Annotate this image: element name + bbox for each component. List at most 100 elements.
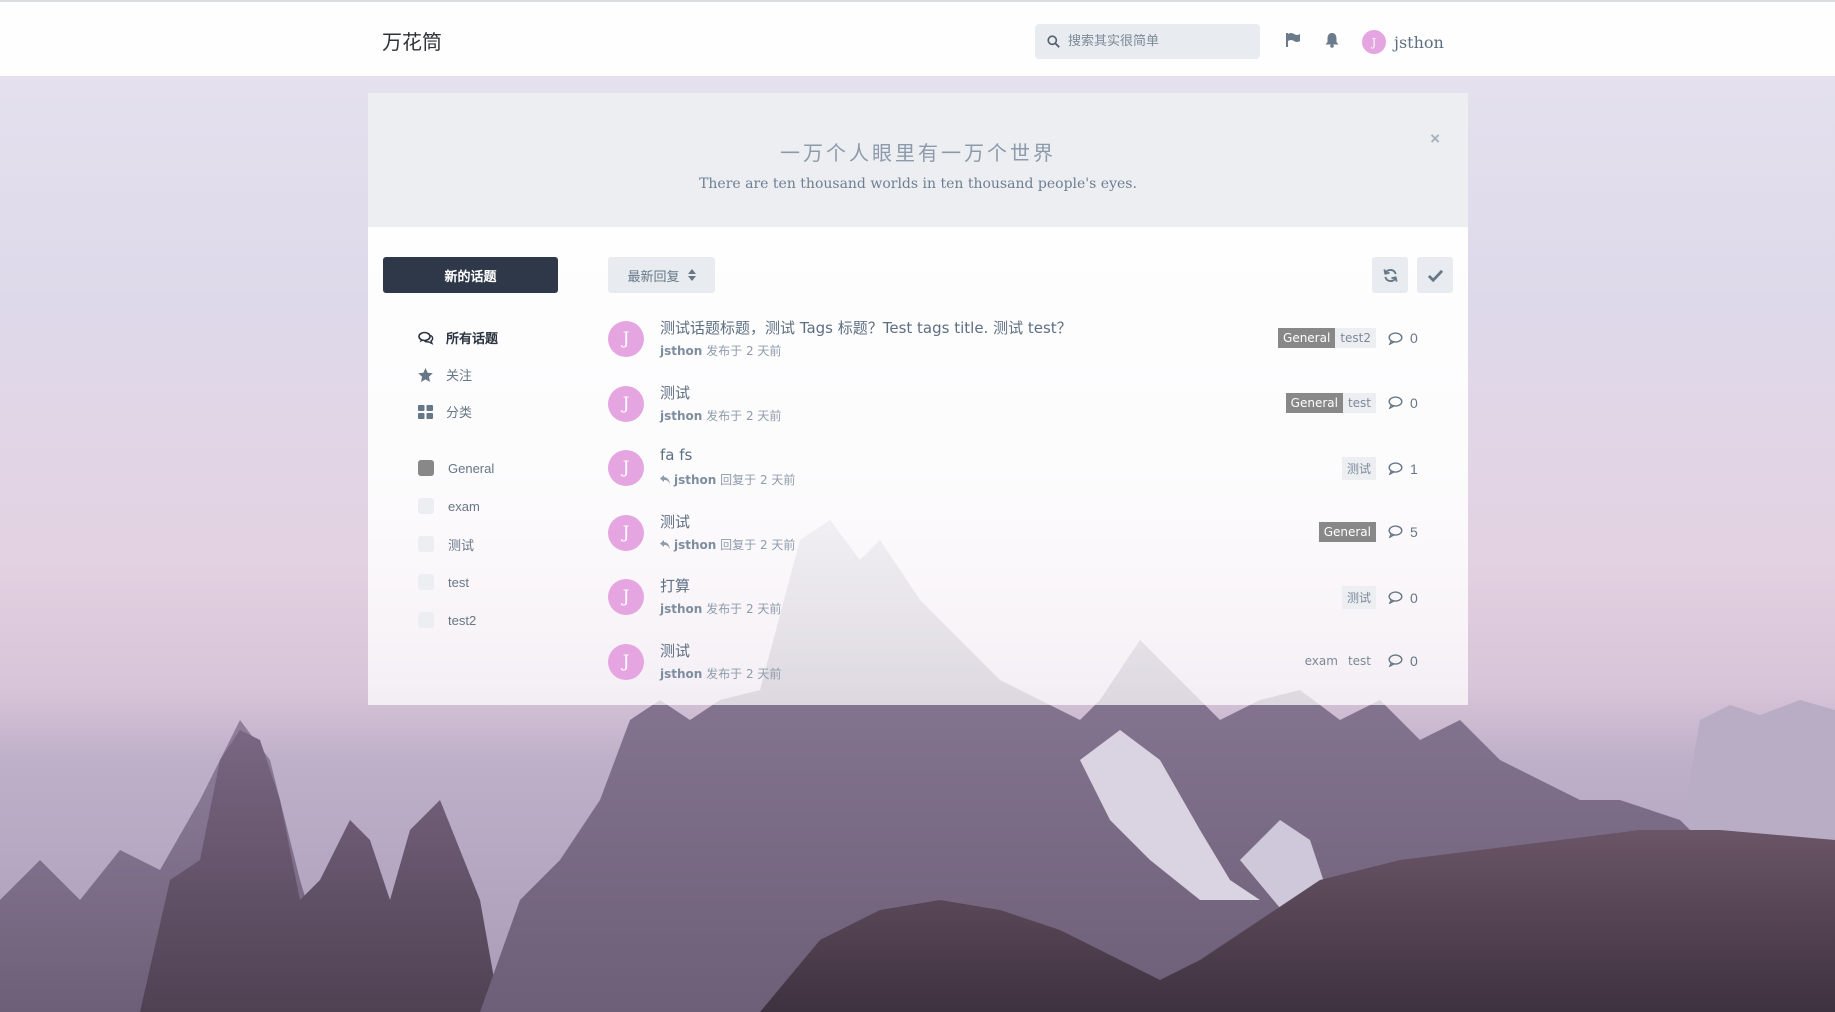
- tag-badge[interactable]: test: [1343, 651, 1376, 671]
- sidebar-nav: 所有话题 关注 分类: [418, 319, 498, 430]
- reply-count-value: 5: [1410, 523, 1418, 540]
- hero-title: 一万个人眼里有一万个世界: [780, 141, 1056, 165]
- tag-badge[interactable]: General: [1318, 521, 1376, 542]
- discussion-meta: jsthon 发布于 2 天前: [660, 600, 781, 617]
- tag-badge[interactable]: test: [1342, 392, 1376, 413]
- star-icon: [418, 367, 436, 382]
- discussion-row[interactable]: J 测试 jsthon 发布于 2 天前 General test 0: [608, 374, 1438, 439]
- meta-time: 发布于 2 天前: [706, 602, 782, 617]
- author-avatar[interactable]: J: [608, 643, 644, 680]
- author-name[interactable]: jsthon: [660, 344, 702, 358]
- nav-all-discussions[interactable]: 所有话题: [418, 319, 498, 356]
- tag-label: test: [448, 574, 469, 590]
- search-icon: [1047, 35, 1060, 48]
- discussion-meta: jsthon 发布于 2 天前: [660, 407, 781, 424]
- grid-icon: [418, 404, 436, 419]
- discussion-row[interactable]: J 打算 jsthon 发布于 2 天前 测试 0: [608, 567, 1438, 632]
- tag-color-swatch: [418, 460, 434, 476]
- author-avatar[interactable]: J: [608, 385, 644, 422]
- nav-tags[interactable]: 分类: [418, 393, 498, 430]
- tag-badges: General test2: [1278, 328, 1376, 348]
- discussion-meta: jsthon 发布于 2 天前: [660, 665, 781, 682]
- reply-count-value: 1: [1410, 460, 1418, 477]
- sort-icon: [687, 269, 696, 281]
- tag-color-swatch: [418, 536, 434, 552]
- discussion-row[interactable]: J 测试 jsthon 回复于 2 天前 General 5: [608, 503, 1438, 568]
- tag-label: exam: [448, 498, 480, 514]
- search-box[interactable]: [1035, 24, 1260, 59]
- tag-badges: 测试: [1341, 457, 1376, 481]
- tag-item-test[interactable]: test: [418, 563, 494, 601]
- meta-time: 发布于 2 天前: [706, 408, 782, 423]
- nav-label: 分类: [446, 406, 473, 421]
- comment-icon: [1388, 331, 1403, 345]
- comments-icon: [418, 331, 436, 345]
- comment-icon: [1388, 462, 1403, 476]
- author-name[interactable]: jsthon: [674, 538, 716, 552]
- search-input[interactable]: [1068, 34, 1248, 49]
- discussion-right: General test 0: [1285, 392, 1438, 413]
- discussion-list: J 测试话题标题，测试 Tags 标题？Test tags title. 测试 …: [608, 309, 1438, 697]
- tag-badge[interactable]: General: [1285, 392, 1343, 413]
- user-menu[interactable]: J jsthon: [1362, 30, 1444, 54]
- tag-badges: General test: [1285, 392, 1376, 413]
- discussion-right: 测试 0: [1341, 586, 1438, 610]
- comment-icon: [1388, 591, 1403, 605]
- author-avatar[interactable]: J: [608, 514, 644, 551]
- username: jsthon: [1394, 32, 1444, 52]
- discussion-row[interactable]: J fa fs jsthon 回复于 2 天前 测试 1: [608, 438, 1438, 503]
- bell-icon[interactable]: [1324, 32, 1340, 48]
- comment-icon: [1388, 525, 1403, 539]
- refresh-icon: [1382, 268, 1398, 282]
- tag-badge[interactable]: exam: [1300, 651, 1343, 671]
- sort-dropdown[interactable]: 最新回复: [608, 257, 715, 293]
- tag-item-exam[interactable]: exam: [418, 487, 494, 525]
- tag-list: General exam 测试 test test2: [418, 449, 494, 639]
- tag-item-test2[interactable]: test2: [418, 601, 494, 639]
- brand-title[interactable]: 万花筒: [382, 26, 442, 55]
- discussion-title[interactable]: 测试: [660, 382, 690, 403]
- tag-color-swatch: [418, 612, 434, 628]
- nav-following[interactable]: 关注: [418, 356, 498, 393]
- reply-count: 5: [1388, 524, 1438, 540]
- author-name[interactable]: jsthon: [660, 667, 702, 681]
- discussion-row[interactable]: J 测试话题标题，测试 Tags 标题？Test tags title. 测试 …: [608, 309, 1438, 374]
- meta-time: 回复于 2 天前: [720, 473, 796, 488]
- tag-badge[interactable]: 测试: [1341, 457, 1376, 481]
- author-avatar[interactable]: J: [608, 450, 644, 487]
- discussion-row[interactable]: J 测试 jsthon 发布于 2 天前 exam test 0: [608, 632, 1438, 697]
- author-name[interactable]: jsthon: [660, 409, 702, 423]
- tag-badge[interactable]: General: [1278, 328, 1336, 348]
- refresh-button[interactable]: [1372, 257, 1408, 293]
- discussion-title[interactable]: 打算: [660, 575, 690, 596]
- discussion-title[interactable]: 测试: [660, 640, 690, 661]
- tag-item-general[interactable]: General: [418, 449, 494, 487]
- user-avatar: J: [1362, 30, 1386, 54]
- tag-item-ceshi[interactable]: 测试: [418, 525, 494, 563]
- author-avatar[interactable]: J: [608, 321, 644, 357]
- meta-time: 回复于 2 天前: [720, 537, 796, 552]
- reply-count: 1: [1388, 461, 1438, 477]
- flag-icon[interactable]: [1285, 32, 1301, 48]
- top-header: 万花筒 J jsthon: [0, 0, 1835, 76]
- new-discussion-button[interactable]: 新的话题: [383, 257, 558, 293]
- tag-label: 测试: [448, 537, 475, 553]
- author-name[interactable]: jsthon: [674, 473, 716, 487]
- mark-all-read-button[interactable]: [1417, 257, 1453, 293]
- reply-count: 0: [1388, 395, 1438, 411]
- discussion-right: exam test 0: [1300, 651, 1438, 671]
- author-avatar[interactable]: J: [608, 579, 644, 616]
- close-icon[interactable]: ×: [1430, 129, 1440, 149]
- tag-badge[interactable]: test2: [1335, 328, 1376, 348]
- reply-icon: [660, 539, 670, 549]
- tag-badge[interactable]: 测试: [1341, 586, 1376, 610]
- author-name[interactable]: jsthon: [660, 602, 702, 616]
- welcome-hero: 一万个人眼里有一万个世界 There are ten thousand worl…: [368, 93, 1468, 227]
- reply-count-value: 0: [1410, 330, 1418, 346]
- discussion-title[interactable]: 测试话题标题，测试 Tags 标题？Test tags title. 测试 te…: [660, 317, 1072, 338]
- hero-subtitle: There are ten thousand worlds in ten tho…: [699, 176, 1137, 192]
- tag-badges: exam test: [1300, 651, 1376, 671]
- discussion-title[interactable]: fa fs: [660, 446, 692, 464]
- sort-label: 最新回复: [627, 269, 680, 285]
- discussion-title[interactable]: 测试: [660, 511, 690, 532]
